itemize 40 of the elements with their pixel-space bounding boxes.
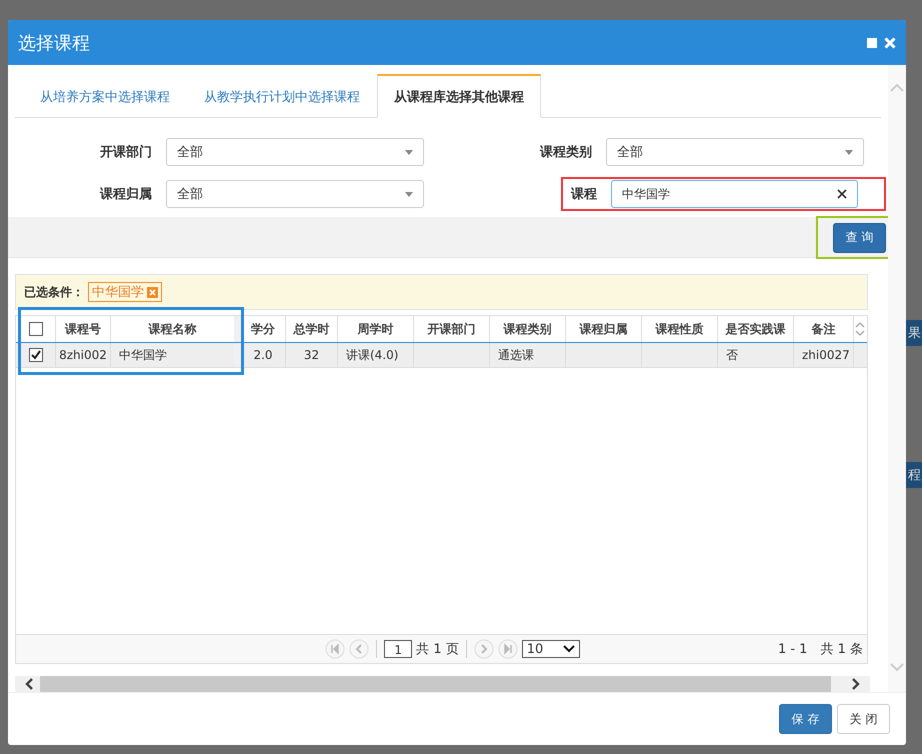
window-title: 选择课程 <box>18 32 90 54</box>
table-cell: 8zhi002 <box>56 343 111 367</box>
table-cell: 否 <box>718 343 794 367</box>
select-field[interactable]: 全部 <box>606 138 864 166</box>
table-cell: 通选课 <box>490 343 566 367</box>
background-text: 程 <box>906 462 922 488</box>
column-header[interactable]: 是否实践课 <box>718 316 794 342</box>
table-cell: 32 <box>286 343 338 367</box>
page-count: 共 1 页 <box>416 641 459 658</box>
column-header[interactable]: 课程归属 <box>566 316 642 342</box>
table-cell: 2.0 <box>241 343 286 367</box>
record-count: 1 - 1 共 1 条 <box>778 641 863 658</box>
table-cell: zhi0027 <box>794 343 854 367</box>
close-button[interactable]: 关 闭 <box>837 704 890 734</box>
background-text: 果 <box>906 320 922 346</box>
field-label: 课程类别 <box>540 144 592 161</box>
conditions-label: 已选条件： <box>24 284 84 300</box>
column-header[interactable]: 课程性质 <box>642 316 718 342</box>
field-label: 课程 <box>571 186 597 203</box>
tab[interactable]: 从培养方案中选择课程 <box>23 74 187 118</box>
column-header[interactable]: 总学时 <box>286 316 338 342</box>
column-header[interactable]: 学分 <box>241 316 286 342</box>
column-header[interactable]: 周学时 <box>338 316 414 342</box>
tab[interactable]: 从课程库选择其他课程 <box>377 74 541 118</box>
field-label: 开课部门 <box>100 144 152 161</box>
table-cell: 讲课(4.0) <box>338 343 414 367</box>
column-header[interactable]: 课程号 <box>56 316 111 342</box>
field-label: 课程归属 <box>100 186 152 203</box>
save-button[interactable]: 保 存 <box>779 704 832 734</box>
page-input[interactable]: 1 <box>384 640 412 658</box>
column-header[interactable]: 备注 <box>794 316 854 342</box>
table-cell: 中华国学 <box>111 343 241 367</box>
tab[interactable]: 从教学执行计划中选择课程 <box>187 74 377 118</box>
page-size-select[interactable]: 10 <box>522 640 580 658</box>
input-field[interactable]: 中华国学 <box>611 180 858 208</box>
select-field[interactable]: 全部 <box>166 138 424 166</box>
column-header[interactable]: 开课部门 <box>414 316 490 342</box>
search-button[interactable]: 查 询 <box>833 222 886 252</box>
select-field[interactable]: 全部 <box>166 180 424 208</box>
column-header[interactable]: 课程类别 <box>490 316 566 342</box>
